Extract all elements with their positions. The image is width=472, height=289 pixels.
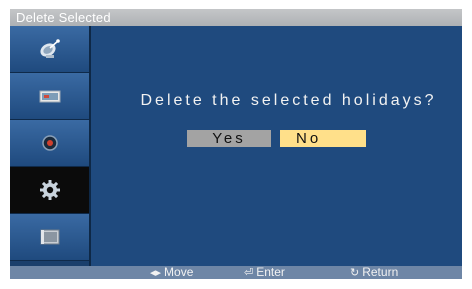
satellite-dish-icon — [40, 39, 60, 58]
left-right-arrow-icon: ◂▸ — [150, 267, 162, 279]
move-label: Move — [164, 265, 194, 279]
osd-window: Delete Selected Delete the selected holi… — [10, 9, 462, 279]
confirm-message: Delete the selected holidays? — [140, 92, 437, 109]
dialog-area: Delete the selected holidays? Yes No — [91, 26, 462, 266]
picture-icon — [39, 90, 61, 103]
window-title: Delete Selected — [10, 9, 462, 26]
input-source-icon — [40, 229, 60, 245]
footer-hints: ◂▸ Move ⏎ Enter ↻ Return — [10, 266, 462, 279]
sound-icon — [42, 135, 58, 151]
enter-label: Enter — [256, 265, 285, 279]
sidebar-item-picture[interactable] — [10, 73, 89, 120]
return-hint: ↻ Return — [350, 265, 399, 280]
sidebar-item-input[interactable] — [10, 214, 89, 261]
sidebar-item-setup[interactable] — [10, 167, 89, 214]
enter-icon: ⏎ — [244, 267, 254, 279]
sidebar-item-sound[interactable] — [10, 120, 89, 167]
return-icon: ↻ — [350, 267, 360, 279]
sidebar-item-channel[interactable] — [10, 26, 89, 73]
return-label: Return — [362, 265, 399, 279]
enter-hint: ⏎ Enter — [244, 265, 285, 280]
yes-button[interactable]: Yes — [187, 130, 271, 147]
no-button[interactable]: No — [280, 130, 366, 147]
gear-icon — [40, 180, 60, 200]
sidebar — [10, 26, 91, 266]
move-hint: ◂▸ Move — [150, 265, 194, 280]
